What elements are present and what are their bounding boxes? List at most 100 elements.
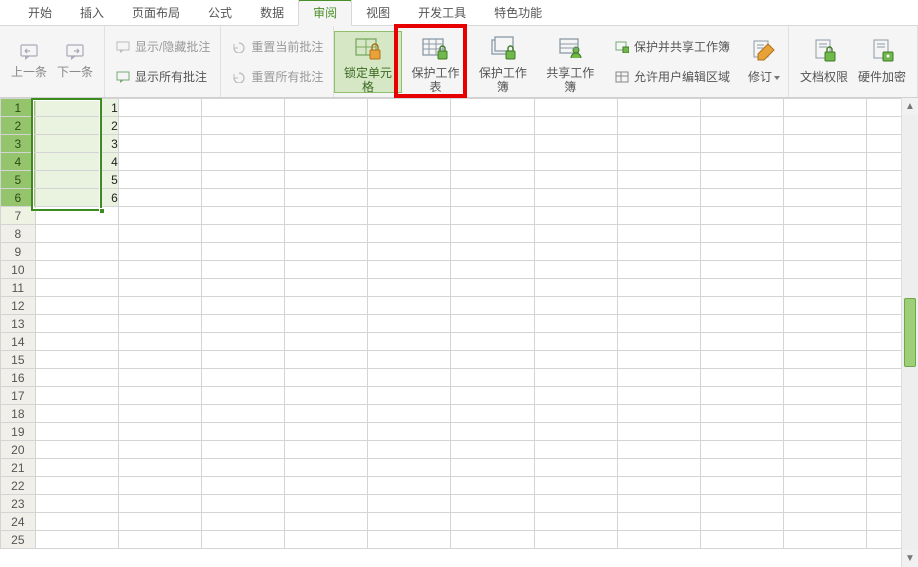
row-header[interactable]: 25 [1,531,36,549]
cell[interactable] [867,531,901,549]
cell[interactable] [451,531,534,549]
cell[interactable] [201,423,284,441]
cell[interactable] [35,333,118,351]
cell[interactable] [451,423,534,441]
row-header[interactable]: 4 [1,153,36,171]
cell[interactable] [285,135,368,153]
lock-cell-button[interactable]: 锁定单元格 [334,31,401,93]
cell[interactable] [201,531,284,549]
cell[interactable] [617,405,700,423]
scroll-up-button[interactable]: ▲ [902,98,918,115]
row-header[interactable]: 1 [1,99,36,117]
cell[interactable] [617,243,700,261]
reset-current-comment-button[interactable]: 重置当前批注 [227,33,327,61]
cell[interactable] [201,297,284,315]
cell[interactable] [784,423,867,441]
cell[interactable] [534,369,617,387]
cell[interactable] [700,369,783,387]
cell[interactable] [784,261,867,279]
cell[interactable] [617,351,700,369]
cell[interactable] [201,513,284,531]
show-all-comments-button[interactable]: 显示所有批注 [111,63,211,91]
cell[interactable] [700,495,783,513]
cell[interactable] [784,369,867,387]
cell[interactable] [368,351,451,369]
cell[interactable] [784,171,867,189]
cell[interactable] [118,441,201,459]
cell[interactable] [784,477,867,495]
cell[interactable] [617,495,700,513]
cell[interactable] [285,405,368,423]
cell[interactable] [118,387,201,405]
next-comment-button[interactable]: 下一条 [52,48,98,76]
cell[interactable] [617,369,700,387]
cell[interactable] [451,513,534,531]
cell[interactable] [118,243,201,261]
cell[interactable] [784,207,867,225]
cell[interactable] [35,225,118,243]
cell[interactable] [534,495,617,513]
cell[interactable] [867,225,901,243]
vertical-scrollbar[interactable]: ▲ ▼ [901,98,918,567]
cell[interactable]: 6 [35,189,118,207]
cell[interactable] [867,441,901,459]
cell[interactable] [617,513,700,531]
cell[interactable] [617,135,700,153]
cell[interactable] [534,387,617,405]
cell[interactable] [451,189,534,207]
cell[interactable] [784,243,867,261]
cell[interactable] [451,477,534,495]
cell[interactable] [617,333,700,351]
cell[interactable] [35,513,118,531]
cell[interactable] [118,99,201,117]
cell[interactable] [118,369,201,387]
cell[interactable] [867,135,901,153]
cell[interactable] [534,261,617,279]
row-header[interactable]: 19 [1,423,36,441]
cell[interactable] [35,315,118,333]
row-header[interactable]: 18 [1,405,36,423]
cell[interactable] [867,387,901,405]
cell[interactable] [451,261,534,279]
allow-users-edit-ranges-button[interactable]: 允许用户编辑区域 [610,63,734,91]
row-header[interactable]: 13 [1,315,36,333]
cell[interactable] [118,171,201,189]
cell[interactable] [451,315,534,333]
cell[interactable] [617,459,700,477]
cell[interactable] [285,117,368,135]
cell[interactable] [617,423,700,441]
cell[interactable] [285,351,368,369]
menu-formula[interactable]: 公式 [194,0,246,25]
cell[interactable] [617,387,700,405]
cell[interactable] [451,135,534,153]
cell[interactable] [118,225,201,243]
cell[interactable] [368,315,451,333]
cell[interactable] [700,513,783,531]
row-header[interactable]: 9 [1,243,36,261]
cell[interactable] [534,153,617,171]
row-header[interactable]: 3 [1,135,36,153]
cell[interactable] [617,297,700,315]
cell[interactable] [35,243,118,261]
row-header[interactable]: 24 [1,513,36,531]
cell[interactable] [617,207,700,225]
cell[interactable] [867,189,901,207]
cell[interactable] [700,117,783,135]
cell[interactable] [867,405,901,423]
share-workbook-button[interactable]: 共享工作簿 [537,31,604,93]
cell[interactable] [700,441,783,459]
cell[interactable] [451,369,534,387]
row-header[interactable]: 5 [1,171,36,189]
cell[interactable] [617,531,700,549]
cell[interactable] [534,189,617,207]
cell[interactable] [867,171,901,189]
cell[interactable]: 3 [35,135,118,153]
cell[interactable] [451,225,534,243]
row-header[interactable]: 6 [1,189,36,207]
cell[interactable] [534,207,617,225]
cell[interactable] [700,279,783,297]
cell[interactable] [534,225,617,243]
cell[interactable] [617,117,700,135]
row-header[interactable]: 23 [1,495,36,513]
cell[interactable] [534,351,617,369]
